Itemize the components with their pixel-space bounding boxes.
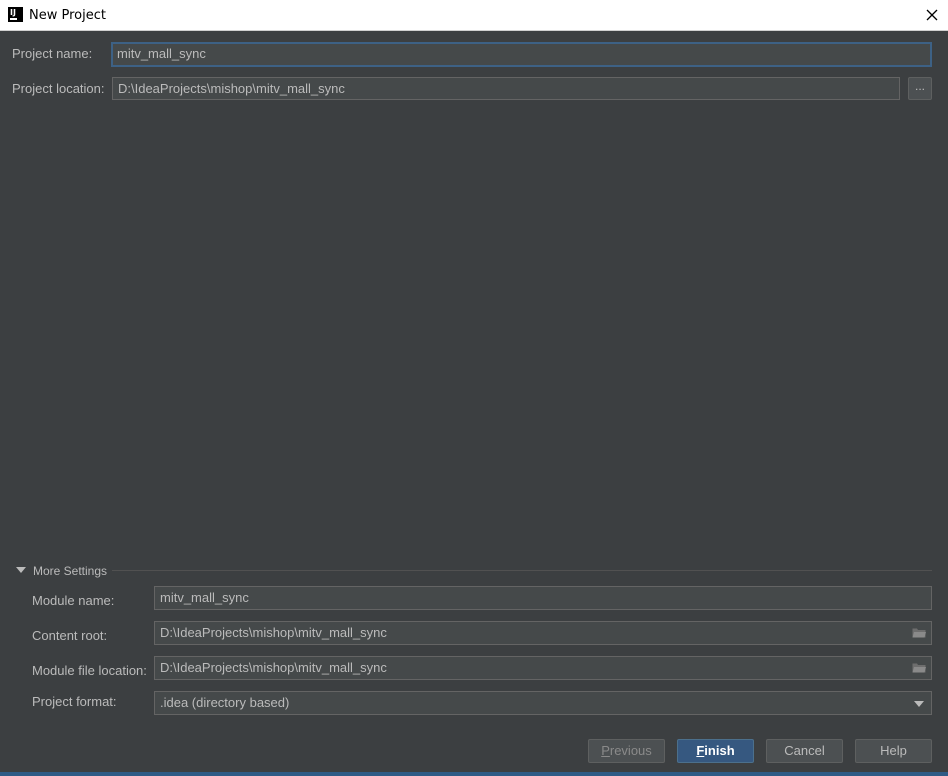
project-format-label: Project format: xyxy=(32,694,117,709)
module-name-label: Module name: xyxy=(32,593,115,608)
more-settings-label: More Settings xyxy=(33,564,108,578)
project-location-label: Project location: xyxy=(12,81,105,96)
browse-button[interactable]: ... xyxy=(908,77,932,100)
folder-icon[interactable] xyxy=(912,662,926,673)
folder-icon[interactable] xyxy=(912,627,926,638)
module-file-location-field[interactable]: D:\IdeaProjects\mishop\mitv_mall_sync xyxy=(154,656,932,680)
content-root-input[interactable]: D:\IdeaProjects\mishop\mitv_mall_sync xyxy=(160,625,387,640)
more-settings-divider xyxy=(112,570,932,571)
close-button[interactable] xyxy=(920,3,944,27)
finish-button[interactable]: Finish xyxy=(677,739,754,763)
help-button[interactable]: Help xyxy=(855,739,932,763)
title-bar: IJ New Project xyxy=(0,0,948,31)
module-file-location-label: Module file location: xyxy=(32,663,147,678)
content-root-field[interactable]: D:\IdeaProjects\mishop\mitv_mall_sync xyxy=(154,621,932,645)
previous-button[interactable]: Previous xyxy=(588,739,665,763)
window-bottom-border xyxy=(0,772,948,776)
content-root-label: Content root: xyxy=(32,628,108,643)
chevron-down-icon xyxy=(914,701,924,707)
module-file-location-input[interactable]: D:\IdeaProjects\mishop\mitv_mall_sync xyxy=(160,660,387,675)
project-format-value: .idea (directory based) xyxy=(160,695,290,710)
window-title: New Project xyxy=(29,8,106,23)
module-name-input[interactable]: mitv_mall_sync xyxy=(154,586,932,610)
project-name-label: Project name: xyxy=(12,46,93,61)
intellij-idea-icon: IJ xyxy=(8,7,23,22)
project-format-select[interactable]: .idea (directory based) xyxy=(154,691,932,715)
project-name-input[interactable]: mitv_mall_sync xyxy=(111,42,932,67)
close-icon xyxy=(926,9,938,21)
cancel-button[interactable]: Cancel xyxy=(766,739,843,763)
expand-triangle-icon xyxy=(16,567,26,573)
project-location-input[interactable]: D:\IdeaProjects\mishop\mitv_mall_sync xyxy=(112,77,900,100)
